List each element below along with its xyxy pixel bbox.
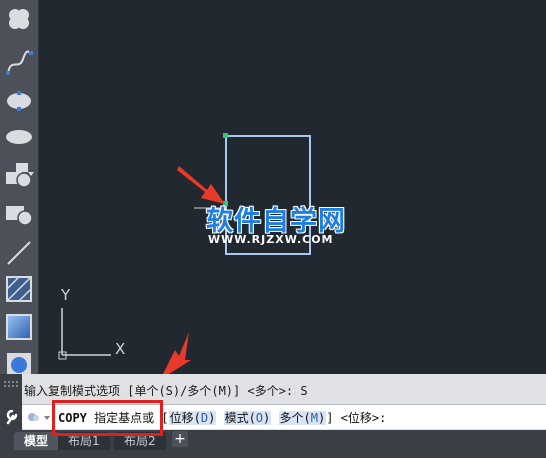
annotation-arrow-2 — [163, 332, 191, 374]
add-layout-button[interactable]: + — [172, 431, 188, 447]
ellipse-icon[interactable] — [4, 86, 34, 116]
command-dropdown-icon[interactable] — [24, 408, 52, 426]
ucs-y-label: Y — [61, 286, 71, 304]
cloud-shape-icon[interactable] — [4, 4, 34, 34]
wrench-icon — [6, 409, 18, 425]
drawing-canvas[interactable]: Y X — [39, 0, 546, 374]
draw-tool-palette — [0, 0, 39, 375]
grip-point — [223, 133, 228, 138]
ucs-x-label: X — [115, 340, 126, 358]
bracket-close: ] — [326, 411, 334, 425]
command-grip-handle[interactable] — [0, 374, 22, 430]
block-insert-icon[interactable] — [4, 160, 34, 190]
hatch-icon[interactable] — [4, 274, 34, 304]
option-displacement[interactable]: 位移(D) — [168, 411, 217, 425]
annotation-highlight-box — [52, 400, 163, 436]
option-mode[interactable]: 模式(O) — [223, 411, 272, 425]
watermark-url: WWW.RJZXW.COM — [208, 233, 334, 246]
make-block-icon[interactable] — [4, 200, 34, 230]
option-multiple[interactable]: 多个(M) — [278, 411, 327, 425]
default-option: <位移>: — [340, 411, 387, 425]
ellipse-filled-icon[interactable] — [4, 122, 34, 152]
line-icon[interactable] — [4, 238, 34, 268]
command-history: 输入复制模式选项 [单个(S)/多个(M)] <多个>: S — [24, 384, 308, 398]
gradient-icon[interactable] — [4, 312, 34, 342]
spline-icon[interactable] — [4, 48, 34, 78]
